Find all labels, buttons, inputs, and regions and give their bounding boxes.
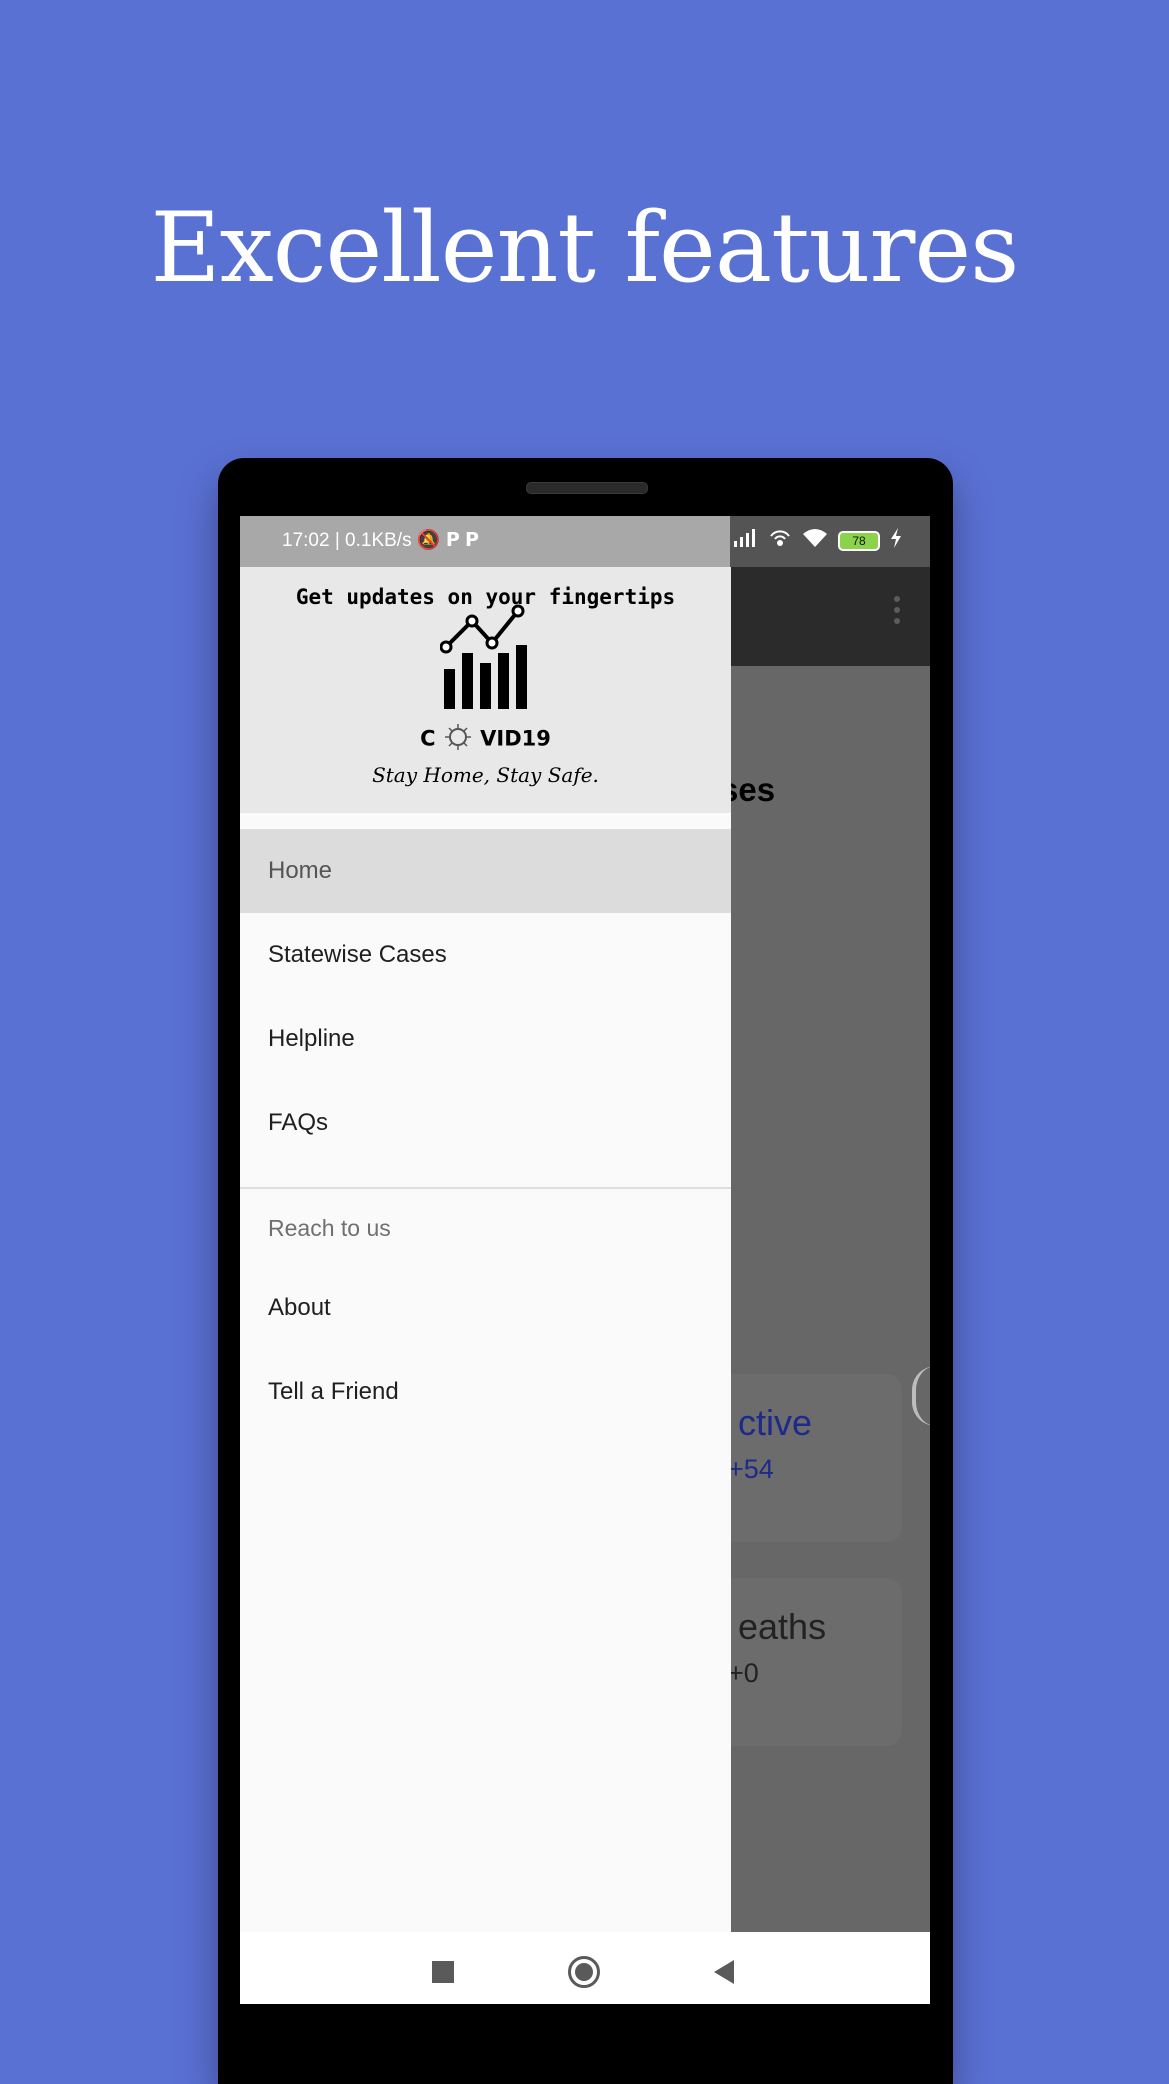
p-icon: 𝗣 <box>465 530 479 551</box>
menu-item-tell-a-friend[interactable]: Tell a Friend <box>240 1350 731 1434</box>
charging-icon <box>890 528 902 553</box>
status-bar: 17:02 | 0.1KB/s 🔕 𝗣 𝗣 78 <box>240 516 930 567</box>
card-delta: +54 <box>728 1454 774 1484</box>
status-time: 17:02 | 0.1KB/s 🔕 𝗣 𝗣 <box>282 530 479 551</box>
covid-wordmark: C VID19 <box>240 722 731 757</box>
menu-section-header: Reach to us <box>268 1215 391 1241</box>
card-delta: +0 <box>728 1658 759 1688</box>
recents-icon[interactable] <box>432 1961 454 1983</box>
overflow-menu-icon[interactable] <box>894 596 900 629</box>
menu-divider <box>240 1187 731 1189</box>
screen: 17:02 | 0.1KB/s 🔕 𝗣 𝗣 78 ses ctive +54 e… <box>240 516 930 2004</box>
phone-frame: 17:02 | 0.1KB/s 🔕 𝗣 𝗣 78 ses ctive +54 e… <box>218 458 953 2084</box>
home-icon[interactable] <box>568 1956 600 1988</box>
chart-logo-icon <box>439 601 532 715</box>
back-icon[interactable] <box>714 1960 734 1984</box>
card-label: ctive <box>738 1402 813 1443</box>
speaker-grille <box>526 482 648 494</box>
refresh-indicator <box>912 1366 930 1426</box>
virus-icon <box>443 722 473 757</box>
header-slogan: Stay Home, Stay Safe. <box>372 763 599 787</box>
menu-item-helpline[interactable]: Helpline <box>240 997 731 1081</box>
menu-item-statewise-cases[interactable]: Statewise Cases <box>240 913 731 997</box>
navigation-drawer: Get updates on your fingertips C VID19 S… <box>240 567 731 1932</box>
mute-icon: 🔕 <box>416 530 441 551</box>
wifi-icon <box>802 528 828 553</box>
menu-item-about[interactable]: About <box>240 1266 731 1350</box>
hotspot-icon <box>768 528 792 553</box>
drawer-header: Get updates on your fingertips C VID19 S… <box>240 567 731 813</box>
signal-icon <box>732 529 758 552</box>
system-nav-bar <box>240 1932 930 2004</box>
p-icon: 𝗣 <box>445 530 460 551</box>
battery-icon: 78 <box>838 530 880 551</box>
headline: Excellent features <box>150 192 1020 304</box>
menu-item-home[interactable]: Home <box>240 829 731 913</box>
card-label: eaths <box>738 1606 827 1647</box>
menu-item-faqs[interactable]: FAQs <box>240 1081 731 1165</box>
status-icons: 78 <box>732 528 902 553</box>
